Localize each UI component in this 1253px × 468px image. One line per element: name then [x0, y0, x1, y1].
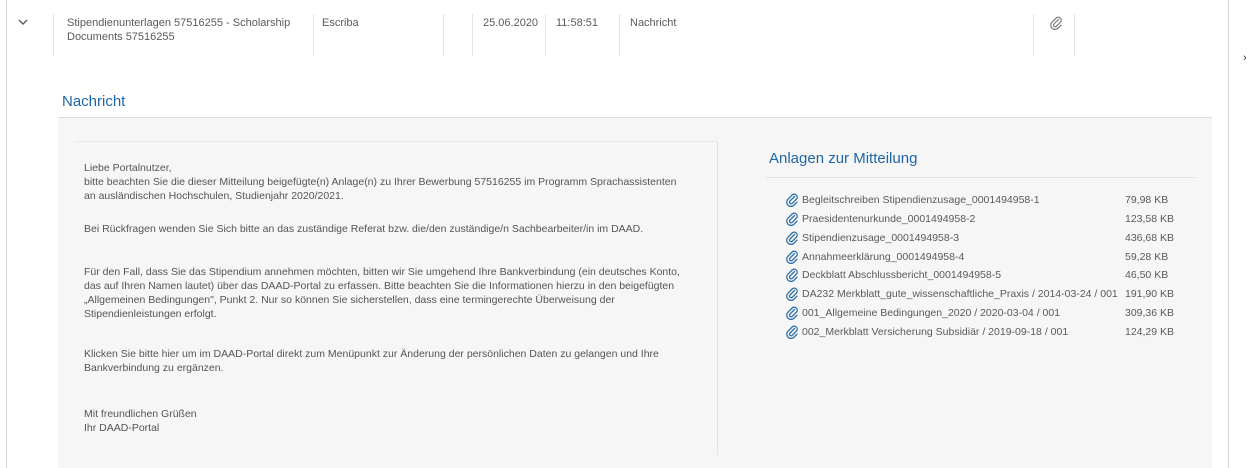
column-divider: [472, 14, 473, 56]
attachment-name[interactable]: Deckblatt Abschlussbericht_0001494958-5: [802, 267, 1001, 283]
attachments-title: Anlagen zur Mitteilung: [769, 150, 918, 167]
attachment-size: 436,68 KB: [1125, 232, 1175, 244]
message-text: bitte beachten Sie die dieser Mitteilung…: [84, 176, 677, 188]
message-signature: Ihr DAAD-Portal: [84, 422, 160, 434]
paperclip-icon: [786, 287, 798, 302]
attachment-size: 79,98 KB: [1125, 194, 1169, 206]
attachment-item[interactable]: 001_Allgemeine Bedingungen_2020 / 2020-0…: [786, 305, 1186, 321]
attachment-name[interactable]: 001_Allgemeine Bedingungen_2020 / 2020-0…: [802, 305, 1060, 321]
attachment-size: 46,50 KB: [1125, 269, 1169, 281]
sender-cell: Escriba: [322, 17, 359, 29]
message-greeting: Liebe Portalnutzer,: [84, 162, 172, 174]
date-cell: 25.06.2020: [483, 17, 539, 29]
message-text: Bei Rückfragen wenden Sie Sich bitte an …: [84, 223, 644, 235]
column-divider: [53, 14, 54, 56]
column-divider: [619, 14, 620, 56]
attachment-name[interactable]: Stipendienzusage_0001494958-3: [802, 230, 959, 246]
detail-heading: Nachricht: [62, 93, 126, 110]
message-body: Liebe Portalnutzer, bitte beachten Sie d…: [74, 141, 718, 455]
attachment-name[interactable]: Annahmeerklärung_0001494958-4: [802, 249, 964, 265]
subject-cell: Stipendienunterlagen 57516255 - Scholars…: [67, 16, 290, 44]
attachment-item[interactable]: DA232 Merkblatt_gute_wissenschaftliche_P…: [786, 286, 1186, 302]
attachment-size: 124,29 KB: [1125, 326, 1175, 338]
paperclip-icon: [786, 268, 798, 283]
paperclip-icon: [786, 250, 798, 265]
message-closing: Mit freundlichen Grüßen: [84, 408, 197, 420]
attachment-size: 59,28 KB: [1125, 251, 1169, 263]
chevron-down-icon[interactable]: [17, 16, 29, 28]
paperclip-icon: [786, 231, 798, 246]
attachment-item[interactable]: Deckblatt Abschlussbericht_0001494958-5 4…: [786, 267, 1186, 283]
attachment-name[interactable]: Praesidentenurkunde_0001494958-2: [802, 211, 975, 227]
time-cell: 11:58:51: [556, 17, 599, 29]
attachment-size: 309,36 KB: [1125, 307, 1175, 319]
message-text: „Allgemeinen Bedingungen", Punkt 2. Nur …: [84, 294, 615, 306]
message-text: Bankverbindung zu ergänzen.: [84, 362, 224, 374]
attachment-size: 191,90 KB: [1125, 288, 1175, 300]
column-divider: [1033, 14, 1034, 56]
type-cell: Nachricht: [630, 17, 677, 29]
subject-line-1: Stipendienunterlagen 57516255 - Scholars…: [67, 17, 291, 29]
paperclip-icon: [786, 212, 798, 227]
column-divider: [545, 14, 546, 56]
table-row[interactable]: Stipendienunterlagen 57516255 - Scholars…: [7, 6, 1228, 56]
attachment-name[interactable]: 002_Merkblatt Versicherung Subsidiär / 2…: [802, 324, 1068, 340]
chevron-right-icon[interactable]: ›: [1243, 52, 1247, 64]
attachment-item[interactable]: Stipendienzusage_0001494958-3 436,68 KB: [786, 230, 1186, 246]
message-text: Stipendienleistungen erfolgt.: [84, 308, 217, 320]
attachment-item[interactable]: Begleitschreiben Stipendienzusage_000149…: [786, 192, 1186, 208]
paperclip-icon: [786, 193, 798, 208]
attachment-size: 123,58 KB: [1125, 213, 1175, 225]
attachment-name[interactable]: Begleitschreiben Stipendienzusage_000149…: [802, 192, 1040, 208]
attachments-divider: [766, 177, 1196, 178]
message-text: an ausländischen Hochschulen, Studienjah…: [84, 190, 344, 202]
message-text: das auf Ihren Namen lautet) über das DAA…: [84, 280, 675, 292]
column-divider: [1074, 14, 1075, 56]
paperclip-icon: [786, 306, 798, 321]
attachment-item[interactable]: Annahmeerklärung_0001494958-4 59,28 KB: [786, 249, 1186, 265]
attachment-item[interactable]: Praesidentenurkunde_0001494958-2 123,58 K…: [786, 211, 1186, 227]
attachment-name[interactable]: DA232 Merkblatt_gute_wissenschaftliche_P…: [802, 286, 1118, 302]
paperclip-icon: [786, 325, 798, 340]
attachment-item[interactable]: 002_Merkblatt Versicherung Subsidiär / 2…: [786, 324, 1186, 340]
message-text: Klicken Sie bitte hier um im DAAD-Portal…: [84, 348, 659, 360]
paperclip-icon[interactable]: [1050, 16, 1062, 31]
column-divider: [443, 14, 444, 56]
message-text: Für den Fall, dass Sie das Stipendium an…: [84, 266, 680, 278]
subject-line-2: Documents 57516255: [67, 31, 175, 43]
column-divider: [313, 14, 314, 56]
